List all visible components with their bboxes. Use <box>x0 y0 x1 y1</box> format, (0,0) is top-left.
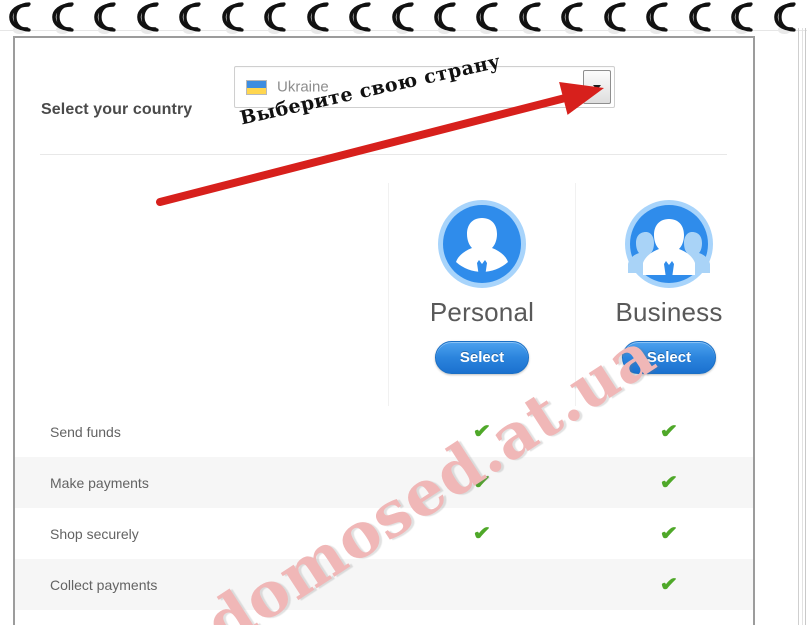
check-icon: ✔ <box>659 523 679 544</box>
spiral-ring <box>603 2 629 34</box>
feature-label: Send funds <box>50 423 121 440</box>
spiral-ring <box>178 2 204 34</box>
spiral-ring <box>8 2 34 34</box>
spiral-ring <box>306 2 332 34</box>
spiral-ring <box>433 2 459 34</box>
chevron-down-icon <box>593 85 601 90</box>
feature-check-personal: ✔ <box>389 473 575 492</box>
content-frame: Select your country Ukraine Personal Sel… <box>13 36 755 625</box>
plan-name-business: Business <box>615 297 723 327</box>
country-selector-row: Select your country Ukraine <box>15 38 753 154</box>
spiral-rule <box>0 30 807 31</box>
check-icon: ✔ <box>659 574 679 595</box>
check-icon: ✔ <box>472 421 492 442</box>
single-person-avatar-icon <box>437 199 527 289</box>
feature-check-business: ✔ <box>576 574 753 595</box>
plan-name-personal: Personal <box>429 297 535 327</box>
group-people-avatar-icon <box>624 199 714 289</box>
feature-label: Make payments <box>50 474 149 491</box>
feature-check-business: ✔ <box>576 523 753 544</box>
spiral-ring <box>475 2 501 34</box>
feature-row: ✔✔ <box>15 610 753 625</box>
spiral-ring <box>645 2 671 34</box>
feature-comparison-table: Send funds ✔ ✔ Make payments ✔ ✔ Shop securely… <box>15 406 753 625</box>
notebook-page: Select your country Ukraine Personal Sel… <box>0 0 807 625</box>
plan-column-business: Business Select <box>576 199 753 374</box>
feature-check-business: ✔ <box>576 421 753 442</box>
select-button-personal[interactable]: Select <box>434 341 530 374</box>
country-label: Select your country <box>41 101 193 118</box>
spiral-ring <box>391 2 417 34</box>
feature-label: Shop securely <box>50 525 139 542</box>
spiral-ring <box>348 2 374 34</box>
spiral-binding <box>0 0 807 34</box>
select-button-business[interactable]: Select <box>621 341 717 374</box>
spiral-ring <box>773 2 799 34</box>
feature-row: Collect payments ✔ <box>15 559 753 610</box>
country-selected-value: Ukraine <box>277 78 329 96</box>
feature-label: Collect payments <box>50 576 158 593</box>
plan-header-section: Personal Select Business Select <box>15 155 753 563</box>
check-icon: ✔ <box>472 523 492 544</box>
feature-check-personal: ✔ <box>389 524 575 543</box>
spiral-ring <box>518 2 544 34</box>
ukraine-flag-icon <box>246 80 267 95</box>
spiral-ring <box>688 2 714 34</box>
spiral-ring <box>730 2 756 34</box>
dropdown-button[interactable] <box>583 70 611 104</box>
country-select[interactable]: Ukraine <box>234 66 615 108</box>
page-edge-line <box>802 28 803 625</box>
feature-check-personal: ✔ <box>389 422 575 441</box>
spiral-ring <box>93 2 119 34</box>
check-icon: ✔ <box>659 472 679 493</box>
spiral-ring <box>560 2 586 34</box>
feature-row: Make payments ✔ ✔ <box>15 457 753 508</box>
page-edge-line <box>798 28 799 625</box>
spiral-ring <box>263 2 289 34</box>
spiral-ring <box>51 2 77 34</box>
page-edge-line <box>805 28 806 625</box>
plan-column-personal: Personal Select <box>389 199 575 374</box>
feature-row: Shop securely ✔ ✔ <box>15 508 753 559</box>
feature-check-business: ✔ <box>576 472 753 493</box>
spiral-ring <box>221 2 247 34</box>
spiral-ring <box>136 2 162 34</box>
feature-row: Send funds ✔ ✔ <box>15 406 753 457</box>
check-icon: ✔ <box>659 421 679 442</box>
check-icon: ✔ <box>472 472 492 493</box>
